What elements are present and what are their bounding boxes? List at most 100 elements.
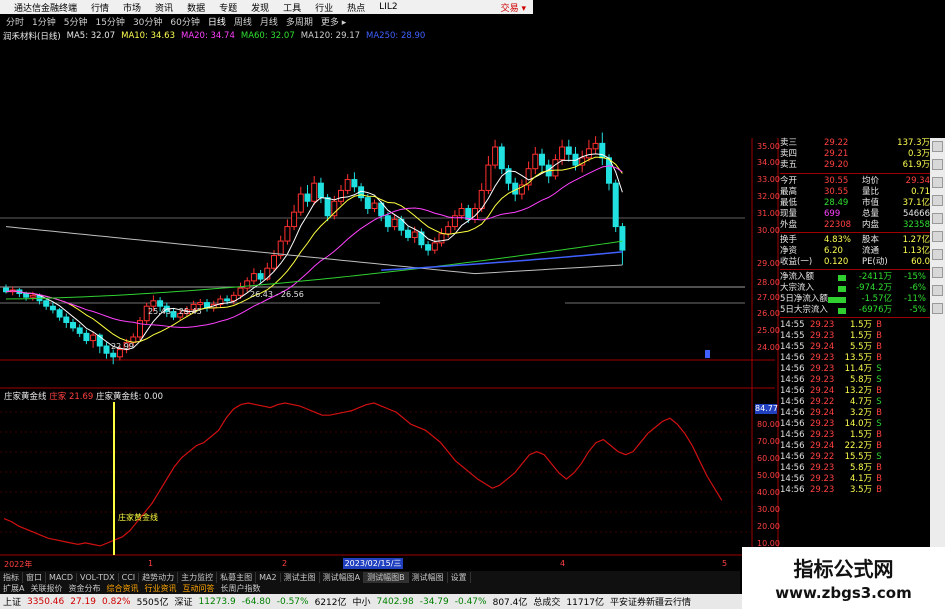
tab-test[interactable]: 测试幅图 xyxy=(409,571,448,583)
tick-side: S xyxy=(876,419,882,429)
tick-row: 14:56 29.23 14.0万 S xyxy=(780,419,930,430)
tick-side: B xyxy=(876,430,882,440)
tick-volume: 22.2万 xyxy=(844,441,872,451)
crosshair-date: 2023/02/15/三 xyxy=(343,558,403,569)
tab-test-b[interactable]: 测试幅图B xyxy=(364,571,409,583)
candle xyxy=(237,287,244,296)
tick-side: B xyxy=(876,386,882,396)
tick-price: 29.23 xyxy=(810,375,835,385)
tab-trend[interactable]: 趋势动力 xyxy=(139,571,179,583)
tick-time: 14:56 xyxy=(780,474,805,484)
settings-icon[interactable] xyxy=(932,213,943,224)
tab-macd[interactable]: MACD xyxy=(46,572,77,582)
tick-time: 14:56 xyxy=(780,353,805,363)
sz-label[interactable]: 深证 xyxy=(172,595,196,608)
stat-row: 今开 30.55 均价 29.34 xyxy=(780,176,930,187)
tick-price: 29.23 xyxy=(810,353,835,363)
tick-volume: 3.2万 xyxy=(849,408,872,418)
info-icon[interactable] xyxy=(932,249,943,260)
tick-volume: 11.4万 xyxy=(844,364,872,374)
tab-index[interactable]: 长周户指数 xyxy=(217,583,263,594)
tick-list[interactable]: 14:55 29.23 1.5万 B 14:55 29.23 1.5万 B 14:55 29.24… xyxy=(780,320,930,496)
candle xyxy=(331,200,338,217)
tab-test-main[interactable]: 测试主图 xyxy=(281,571,320,583)
tick-time: 14:56 xyxy=(780,375,805,385)
stat-row: 换手 4.83% 股本 1.27亿 xyxy=(780,235,930,246)
tab-ma2[interactable]: MA2 xyxy=(256,572,281,582)
right-toolbar xyxy=(930,138,945,548)
grid-icon[interactable] xyxy=(932,159,943,170)
candle xyxy=(371,202,378,210)
tab-related[interactable]: 关联报价 xyxy=(27,583,65,594)
price-label-a: 25.43 xyxy=(148,307,171,316)
zx-label[interactable]: 中小 xyxy=(350,595,374,608)
candle xyxy=(197,302,204,305)
ind-tick: 70.00 xyxy=(757,437,780,446)
tab-vol[interactable]: VOL-TDX xyxy=(77,572,119,582)
stat-key: 市值 xyxy=(862,198,880,208)
tick-row: 14:55 29.23 1.5万 B xyxy=(780,320,930,331)
tab-qa[interactable]: 互动问答 xyxy=(179,583,217,594)
stat-key: 现量 xyxy=(780,209,798,219)
news-icon[interactable] xyxy=(932,231,943,242)
stat-val: 28.49 xyxy=(824,198,849,208)
sz-percent: -0.57% xyxy=(276,596,309,607)
ind-tick: 30.00 xyxy=(757,505,780,514)
stat-key: 最高 xyxy=(780,187,798,197)
list-icon[interactable] xyxy=(932,177,943,188)
candle xyxy=(224,298,231,302)
tab-settings[interactable]: 设置 xyxy=(448,571,471,583)
tool-icon[interactable] xyxy=(932,267,943,278)
chart-icon[interactable] xyxy=(932,195,943,206)
tab-news[interactable]: 综合资讯 xyxy=(103,583,141,594)
candle xyxy=(364,197,371,210)
sh-change: 27.19 xyxy=(70,596,96,607)
tab-test-a[interactable]: 测试幅图A xyxy=(320,571,365,583)
flow-value: -2411万 xyxy=(858,272,892,282)
candle xyxy=(76,327,83,334)
candle xyxy=(317,182,324,199)
tick-side: B xyxy=(876,474,882,484)
tick-volume: 4.7万 xyxy=(849,397,872,407)
tick-time: 14:56 xyxy=(780,485,805,495)
stat-val: 32358 xyxy=(902,220,930,230)
tick-volume: 5.8万 xyxy=(849,463,872,473)
tab-cci[interactable]: CCI xyxy=(119,572,140,582)
tick-price: 29.23 xyxy=(810,463,835,473)
tick-side: S xyxy=(876,452,882,462)
tab-monitor[interactable]: 主力监控 xyxy=(178,571,218,583)
ask-row[interactable]: 卖五 29.20 61.9万 xyxy=(780,160,930,171)
user-icon[interactable] xyxy=(932,285,943,296)
tick-row: 14:56 29.22 15.5万 S xyxy=(780,452,930,463)
plus-icon[interactable] xyxy=(932,141,943,152)
tick-volume: 3.5万 xyxy=(849,485,872,495)
tick-row: 14:55 29.23 1.5万 B xyxy=(780,331,930,342)
stat-key: 总量 xyxy=(862,209,880,219)
candle xyxy=(83,332,90,342)
tab-window[interactable]: 窗口 xyxy=(23,571,46,583)
tick-side: B xyxy=(876,408,882,418)
ask-row[interactable]: 卖四 29.21 0.3万 xyxy=(780,149,930,160)
tick-price: 29.23 xyxy=(810,430,835,440)
tick-side: S xyxy=(876,397,882,407)
price-tick: 30.00 xyxy=(757,226,780,235)
tab-private[interactable]: 私募主图 xyxy=(217,571,257,583)
ask-row[interactable]: 卖三 29.22 137.3万 xyxy=(780,138,930,149)
tab-extend[interactable]: 扩展A xyxy=(0,583,27,594)
time-axis-m2: 2 xyxy=(282,559,288,568)
more-icon[interactable] xyxy=(932,303,943,314)
tick-side: B xyxy=(876,463,882,473)
candle xyxy=(257,273,264,280)
tab-indicator[interactable]: 指标 xyxy=(0,571,23,583)
flow-pct: -11% xyxy=(904,294,926,304)
total-value: 11717亿 xyxy=(566,598,605,608)
sh-label[interactable]: 上证 xyxy=(0,595,24,608)
price-tick: 25.00 xyxy=(757,326,780,335)
stat-key: 内盘 xyxy=(862,220,880,230)
stat-val: 60.0 xyxy=(911,257,930,267)
indicator-tabs: 指标 窗口 MACD VOL-TDX CCI 趋势动力 主力监控 私募主图 MA… xyxy=(0,571,740,583)
tick-price: 29.24 xyxy=(810,408,835,418)
candle xyxy=(565,146,572,155)
tab-industry-news[interactable]: 行业资讯 xyxy=(141,583,179,594)
tab-capital[interactable]: 资金分布 xyxy=(65,583,103,594)
